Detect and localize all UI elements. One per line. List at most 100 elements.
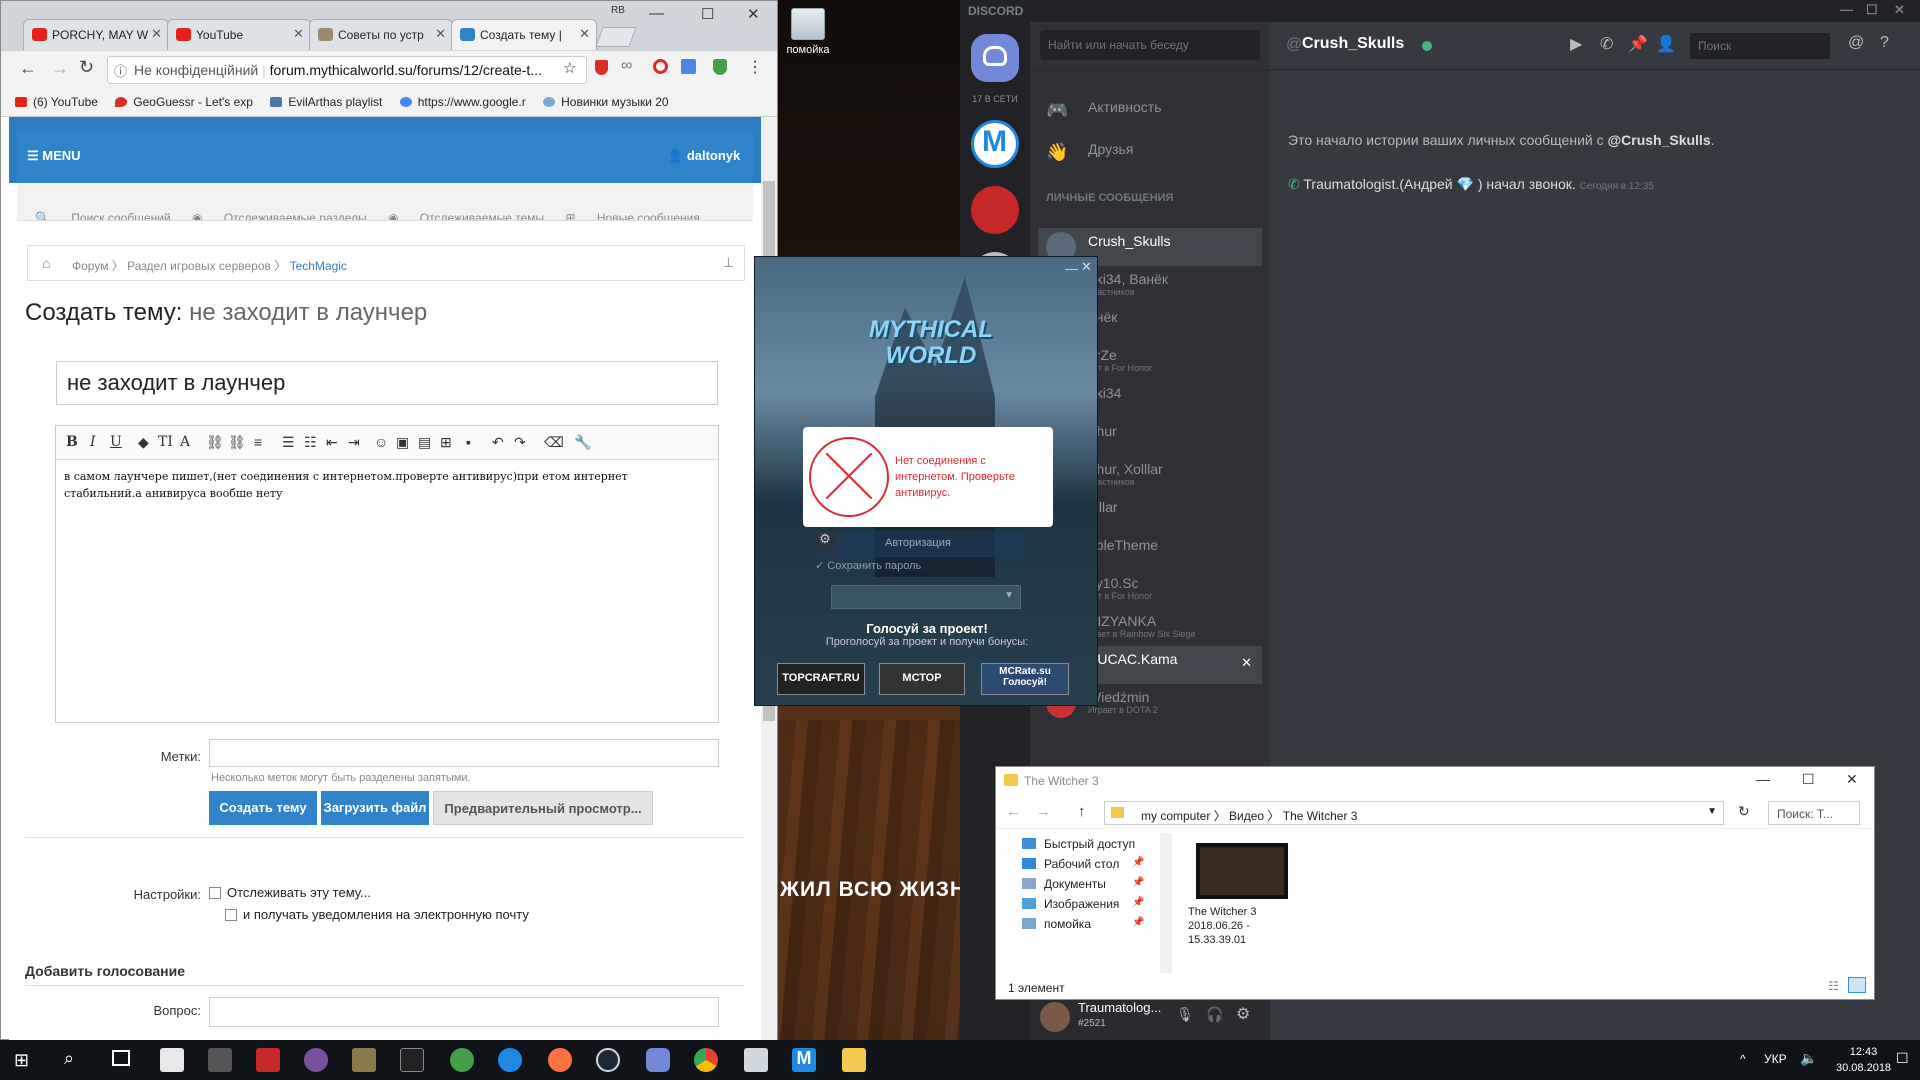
close-dm-icon[interactable]: ✕ (1241, 655, 1252, 671)
mythical-world-taskbar-icon[interactable]: M (792, 1048, 816, 1072)
steam-icon[interactable] (596, 1048, 620, 1072)
sitemap-icon[interactable]: ⊥ (723, 255, 734, 271)
task-view-icon[interactable] (112, 1050, 130, 1066)
topcraft-banner[interactable]: TOPCRAFT.RU (777, 663, 865, 695)
crumb-section[interactable]: Раздел игровых серверов (127, 259, 271, 273)
thread-title-input[interactable]: не заходит в лаунчер (56, 361, 718, 405)
tab-2[interactable]: YouTube ✕ (167, 19, 311, 50)
undo-icon[interactable]: ↶ (492, 434, 504, 451)
email-option[interactable]: и получать уведомления на электронную по… (225, 907, 529, 922)
indent-icon[interactable]: ⇥ (348, 434, 360, 451)
pin-icon[interactable]: 📌 (1132, 857, 1144, 868)
nav-item[interactable]: помойка 📌 (1022, 917, 1144, 931)
pin-icon[interactable]: 📌 (1132, 897, 1144, 908)
origin-icon[interactable] (548, 1048, 572, 1072)
help-icon[interactable]: ? (1880, 34, 1889, 52)
tab-1[interactable]: PORCHY, MAY W ✕ (23, 19, 169, 50)
minimize-icon[interactable]: — (649, 5, 664, 22)
crumb-current[interactable]: TechMagic (290, 259, 347, 273)
settings-gear-icon[interactable]: ⚙ (815, 531, 835, 551)
nav-activity[interactable]: 🎮 Активность (1038, 94, 1262, 132)
search-icon[interactable]: ⌕ (64, 1048, 74, 1069)
forward-icon[interactable]: → (1036, 803, 1051, 820)
close-icon[interactable]: ✕ (293, 26, 304, 42)
video-thumbnail[interactable] (1196, 843, 1288, 899)
mic-icon[interactable]: 🎙 (1176, 1006, 1194, 1023)
smiley-icon[interactable]: ☺ (374, 434, 388, 450)
volume-icon[interactable]: 🔈 (1800, 1050, 1817, 1067)
auth-button[interactable]: Авторизация (815, 531, 1025, 557)
explorer-search-input[interactable]: Поиск: Т... (1768, 801, 1860, 825)
maximize-icon[interactable]: ☐ (1802, 771, 1815, 788)
video-call-icon[interactable]: ▶ (1570, 34, 1582, 54)
mctop-banner[interactable]: МСТОР (879, 663, 965, 695)
maximize-icon[interactable]: ☐ (701, 5, 714, 23)
extension-link-icon[interactable]: ∞ (621, 57, 632, 75)
close-window-icon[interactable]: ✕ (1846, 771, 1858, 788)
profile-badge[interactable]: RB (611, 5, 625, 16)
mcrate-banner[interactable]: MCRate.su Голосуй! (981, 663, 1069, 695)
file-name[interactable]: The Witcher 3 2018.06.26 - 15.33.39.01 (1188, 905, 1298, 947)
tray-chevron-icon[interactable]: ^ (1740, 1052, 1746, 1066)
close-icon[interactable]: ✕ (435, 26, 446, 42)
font-family-icon[interactable]: A (180, 434, 190, 450)
tab-4-active[interactable]: Создать тему | ✕ (451, 19, 597, 50)
crumb-forum[interactable]: Форум (72, 259, 108, 273)
up-icon[interactable]: ↑ (1078, 803, 1086, 820)
path-segment[interactable]: The Witcher 3 (1283, 809, 1358, 823)
minimize-icon[interactable]: — (1840, 2, 1853, 17)
app-icon-13[interactable] (744, 1048, 768, 1072)
start-icon[interactable]: ⊞ (14, 1050, 29, 1071)
info-icon[interactable]: ⓘ (114, 61, 127, 80)
refresh-icon[interactable]: ↻ (1738, 803, 1750, 820)
subnav-watched-forums[interactable]: ◉ Отслеживаемые разделы (192, 197, 367, 220)
image-icon[interactable]: ▣ (396, 434, 409, 451)
server-che[interactable] (971, 186, 1019, 234)
align-icon[interactable]: ≡ (254, 434, 262, 450)
reload-icon[interactable]: ↻ (79, 57, 94, 78)
close-icon[interactable]: ✕ (151, 26, 162, 42)
app-icon-3[interactable] (256, 1048, 280, 1072)
italic-icon[interactable]: I (90, 434, 96, 450)
tiles-view-icon[interactable] (1848, 977, 1866, 993)
numbered-list-icon[interactable]: ☷ (304, 434, 317, 451)
bookmark-2[interactable]: GeoGuessr - Let's exp (115, 95, 253, 109)
nav-item[interactable]: Изображения 📌 (1022, 897, 1144, 911)
media-icon[interactable]: ▤ (418, 434, 431, 451)
phone-icon[interactable]: ✆ (1600, 34, 1613, 54)
bookmark-3[interactable]: EvilArthas playlist (270, 95, 382, 109)
bookmark-star-icon[interactable]: ☆ (563, 59, 576, 77)
notifications-icon[interactable]: ☐ (1896, 1050, 1909, 1067)
underline-icon[interactable]: U (110, 434, 122, 450)
new-tab-button[interactable] (595, 27, 637, 47)
close-window-icon[interactable]: ✕ (1894, 2, 1905, 18)
save-draft-icon[interactable]: ▪ (466, 434, 471, 450)
opera-icon[interactable] (653, 59, 668, 74)
question-input[interactable] (209, 997, 719, 1027)
find-conversation-input[interactable]: Найти или начать беседу (1040, 30, 1260, 60)
gear-icon[interactable]: ⚙ (1236, 1004, 1250, 1024)
message-editor[interactable]: B I U ◆ TI A ⛓ ⛓ ≡ ☰ ☷ ⇤ ⇥ ☺ ▣ ▤ ⊞ ▪ ↶ ↷ (55, 425, 719, 723)
upload-file-button[interactable]: Загрузить файл (321, 791, 429, 825)
server-select[interactable]: ▼ (831, 585, 1021, 609)
app-icon-1[interactable] (160, 1048, 184, 1072)
chrome-icon[interactable] (694, 1048, 718, 1072)
path-bar[interactable]: my computer 〉 Видео 〉 The Witcher 3 ▼ (1104, 801, 1724, 825)
back-icon[interactable]: ← (1006, 803, 1021, 820)
preview-button[interactable]: Предварительный просмотр... (433, 791, 653, 825)
font-size-icon[interactable]: TI (158, 434, 173, 450)
bookmark-5[interactable]: Новинки музыки 20 (543, 95, 669, 109)
redo-icon[interactable]: ↷ (514, 434, 526, 451)
viber-icon[interactable] (304, 1048, 328, 1072)
utorrent-icon[interactable] (450, 1048, 474, 1072)
details-view-icon[interactable]: ☷ (1828, 979, 1839, 993)
create-thread-button[interactable]: Создать тему (209, 791, 317, 825)
tags-input[interactable] (209, 739, 719, 767)
epic-games-icon[interactable] (400, 1048, 424, 1072)
header-search-input[interactable]: Поиск (1690, 33, 1830, 59)
subnav-new-posts[interactable]: ⊞ Новые сообщения (565, 197, 699, 220)
discord-icon[interactable] (646, 1048, 670, 1072)
editor-text[interactable]: в самом лаунчере пишет,(нет соединения с… (64, 468, 704, 502)
watch-checkbox[interactable] (209, 887, 221, 899)
wrench-icon[interactable]: 🔧 (574, 434, 591, 451)
